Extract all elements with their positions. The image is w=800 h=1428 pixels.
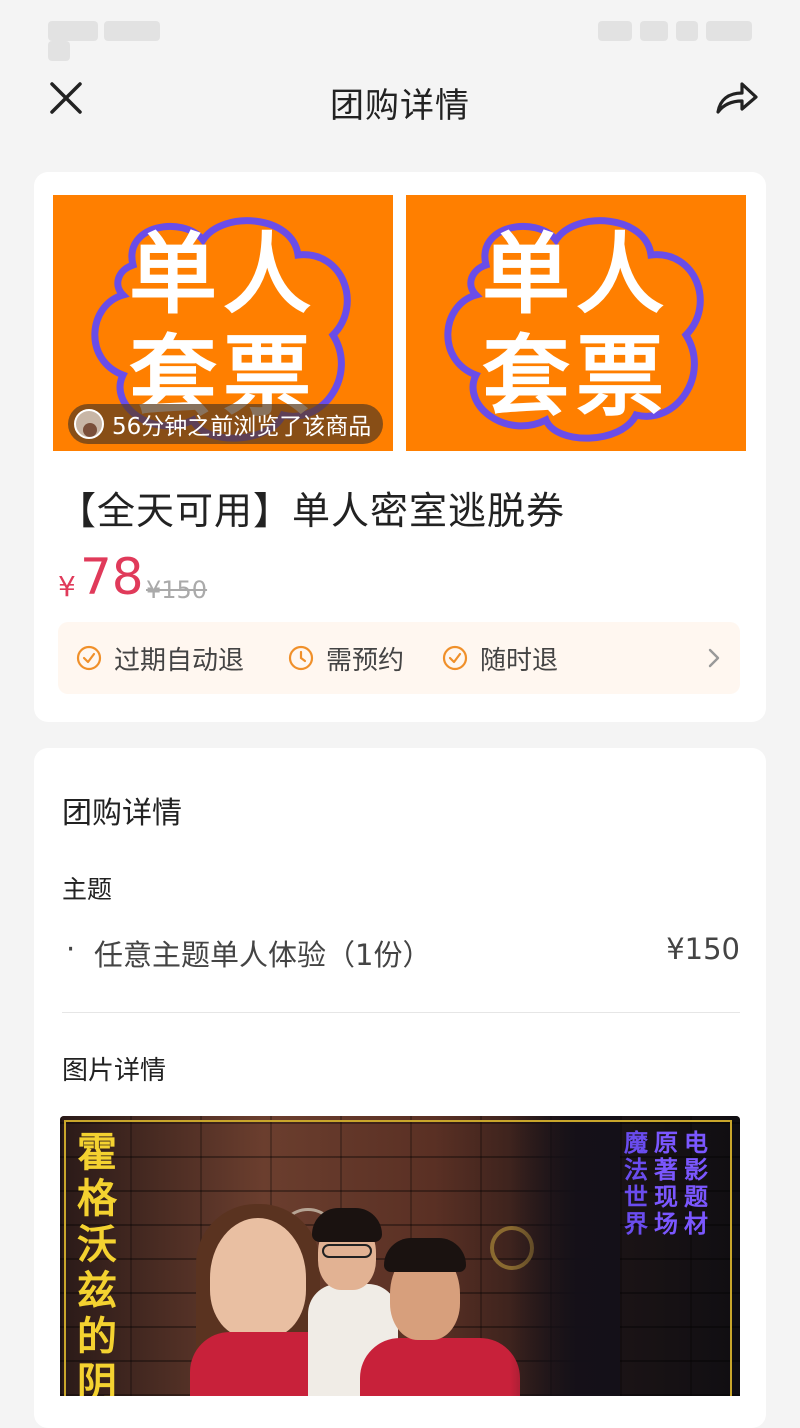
tag-label: 需预约	[326, 645, 405, 676]
details-card: 团购详情 主题 · 任意主题单人体验（1份） ¥150 图片详情 霍格沃兹的阴 …	[34, 748, 766, 1428]
poster-line1: 单人	[128, 223, 317, 326]
poster-line2: 套票	[481, 325, 670, 428]
recent-view-badge: 56分钟之前浏览了该商品	[68, 404, 384, 444]
status-bar-left	[48, 20, 193, 61]
product-image-2[interactable]: 单人 套票	[406, 195, 746, 451]
divider	[62, 1012, 740, 1013]
tag-auto-refund: 过期自动退	[76, 622, 244, 694]
item-price: ¥150	[666, 932, 740, 966]
poster-line1: 单人	[481, 223, 670, 326]
movie-tag: 魔法世界	[624, 1129, 648, 1238]
details-section-title: 团购详情	[62, 796, 182, 831]
detail-image[interactable]: 霍格沃兹的阴 电影题材 原著现场 魔法世界	[60, 1116, 740, 1396]
avatar	[74, 409, 104, 439]
original-price: ¥150	[146, 576, 208, 604]
pictures-title: 图片详情	[62, 1056, 167, 1086]
price-currency: ¥	[58, 570, 76, 603]
status-bar-right	[590, 20, 752, 48]
share-icon	[716, 82, 758, 114]
check-circle-icon	[76, 645, 102, 671]
chevron-right-icon	[708, 648, 720, 668]
status-bar	[0, 0, 800, 61]
product-title: 【全天可用】单人密室逃脱券	[58, 489, 566, 533]
movie-title: 霍格沃兹的阴	[77, 1130, 117, 1396]
page-title: 团购详情	[330, 86, 470, 126]
check-circle-icon	[442, 645, 468, 671]
bullet: ·	[66, 932, 76, 966]
tag-label: 随时退	[480, 645, 559, 676]
service-tags[interactable]: 过期自动退 需预约 随时退	[58, 622, 740, 694]
item-name: 任意主题单人体验（1份）	[94, 938, 432, 972]
product-card: 单人 套票 单人 套票 56分钟之前浏览了该商品 【全天可用】单人密室逃脱券 ¥…	[34, 172, 766, 722]
nav-bar: 团购详情	[0, 60, 800, 140]
movie-tag: 原著现场	[654, 1129, 678, 1238]
tag-reservation: 需预约	[288, 622, 404, 694]
tag-anytime-refund: 随时退	[442, 622, 558, 694]
package-item: · 任意主题单人体验（1份） ¥150	[62, 932, 740, 976]
recent-view-text: 56分钟之前浏览了该商品	[112, 414, 372, 440]
price-value: 78	[80, 548, 144, 606]
movie-tag: 电影题材	[684, 1129, 708, 1238]
clock-icon	[288, 645, 314, 671]
tag-label: 过期自动退	[114, 645, 245, 676]
share-button[interactable]	[712, 76, 760, 120]
theme-title: 主题	[62, 875, 113, 904]
